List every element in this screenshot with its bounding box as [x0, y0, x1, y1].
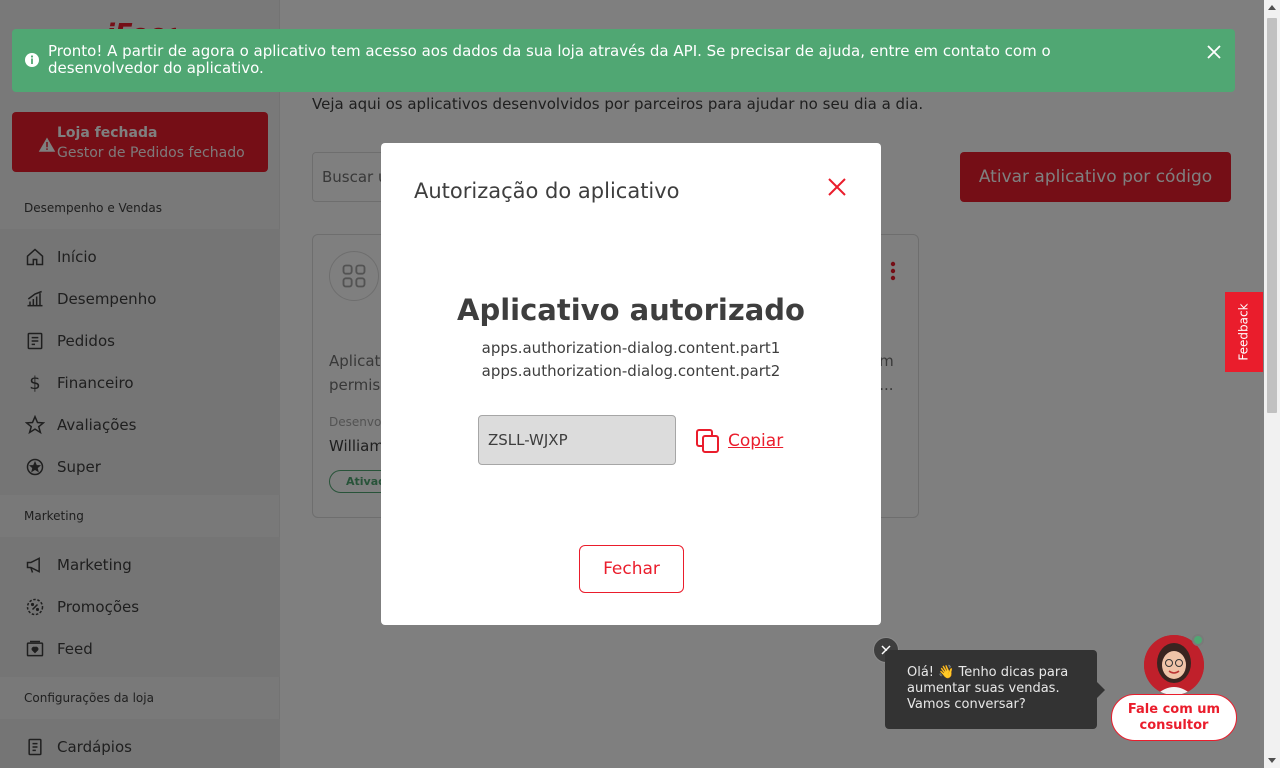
dialog-text-line-1: apps.authorization-dialog.content.part1 [481, 339, 781, 357]
dialog-heading: Aplicativo autorizado [457, 293, 805, 327]
toast-message: Pronto! A partir de agora o aplicativo t… [48, 42, 1051, 77]
copy-label: Copiar [728, 431, 784, 451]
copy-button[interactable]: Copiar [695, 428, 783, 454]
close-dialog-button[interactable]: Fechar [579, 545, 684, 593]
online-status-dot [1192, 634, 1204, 646]
close-icon[interactable] [1207, 45, 1221, 59]
authorization-dialog: Autorização do aplicativo Aplicativo aut… [381, 143, 881, 625]
chat-message: Olá! 👋 Tenho dicas para aumentar suas ve… [907, 665, 1069, 712]
success-toast: Pronto! A partir de agora o aplicativo t… [12, 29, 1235, 92]
talk-to-consultant-button[interactable]: Fale com um consultor [1111, 694, 1237, 741]
feedback-tab[interactable]: Feedback [1225, 292, 1263, 372]
feedback-label: Feedback [1237, 303, 1251, 361]
scrollbar[interactable] [1264, 0, 1280, 768]
scroll-up-arrow[interactable] [1268, 5, 1276, 10]
scrollbar-thumb[interactable] [1267, 18, 1277, 413]
chat-message-bubble[interactable]: Olá! 👋 Tenho dicas para aumentar suas ve… [885, 650, 1105, 729]
copy-icon [696, 429, 719, 453]
scroll-down-arrow[interactable] [1268, 758, 1276, 763]
dialog-title: Autorização do aplicativo [414, 179, 680, 203]
dialog-text-line-2: apps.authorization-dialog.content.part2 [481, 362, 781, 380]
authorization-code-field[interactable]: ZSLL-WJXP [478, 415, 676, 465]
bubble-arrow [1097, 682, 1105, 698]
info-icon [25, 53, 39, 67]
close-icon[interactable] [827, 177, 847, 197]
